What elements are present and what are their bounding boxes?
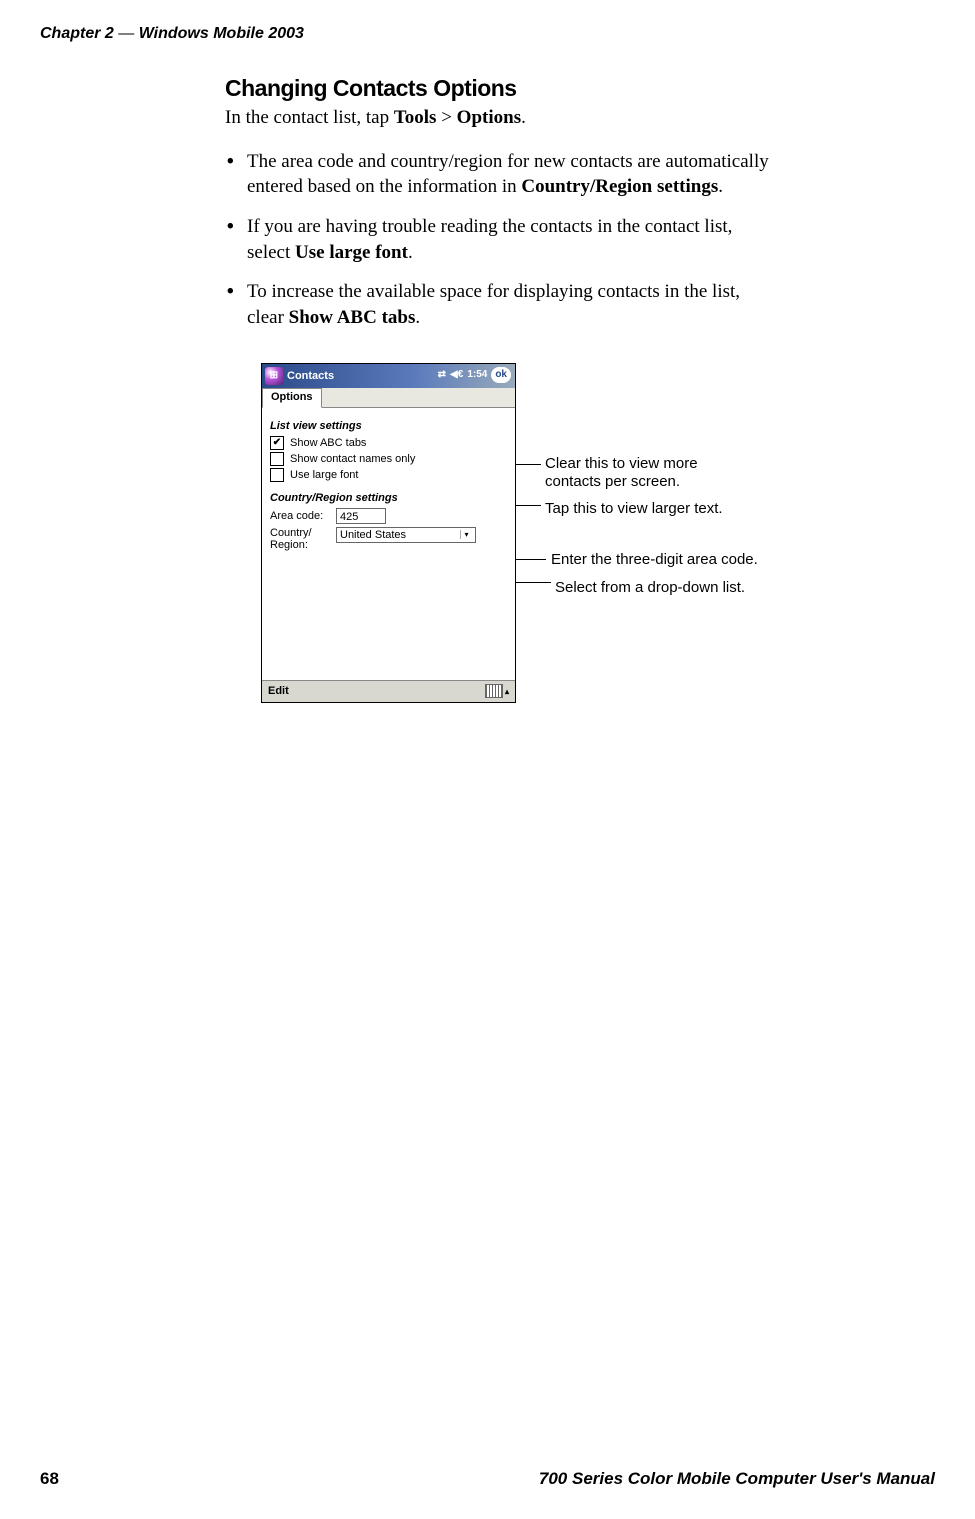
callout-line: Clear this to view more <box>545 455 698 474</box>
checkbox-icon[interactable] <box>270 452 284 466</box>
titlebar: ⊞ Contacts ⇄ ◀€ 1:54 ok <box>262 364 515 388</box>
list-item: To increase the available space for disp… <box>225 279 780 330</box>
device-screenshot: ⊞ Contacts ⇄ ◀€ 1:54 ok Options List vie… <box>261 363 516 703</box>
list-item: If you are having trouble reading the co… <box>225 214 780 265</box>
connectivity-icon[interactable]: ⇄ <box>438 369 446 380</box>
page-header: Chapter 2 — Windows Mobile 2003 <box>40 25 935 43</box>
tab-options[interactable]: Options <box>262 388 322 408</box>
bullet-post: . <box>415 307 420 328</box>
callout-line: contacts per screen. <box>545 473 698 492</box>
intro-tools: Tools <box>394 107 437 128</box>
country-row: Country/ Region: United States ▾ <box>270 527 507 551</box>
bullet-post: . <box>718 176 723 197</box>
checkbox-icon[interactable]: ✔ <box>270 436 284 450</box>
section-title: Changing Contacts Options <box>225 75 780 102</box>
ok-button[interactable]: ok <box>491 367 511 383</box>
bullet-list: The area code and country/region for new… <box>225 149 780 331</box>
volume-icon[interactable]: ◀€ <box>450 369 463 380</box>
dropdown-value: United States <box>340 529 406 541</box>
intro-options: Options <box>457 107 521 128</box>
intro-text: In the contact list, tap <box>225 107 394 128</box>
chevron-down-icon[interactable]: ▾ <box>460 530 472 539</box>
callout-large-font: Tap this to view larger text. <box>545 500 723 519</box>
tabbar: Options <box>262 388 515 408</box>
checkbox-label: Show contact names only <box>290 453 415 465</box>
figure: ⊞ Contacts ⇄ ◀€ 1:54 ok Options List vie… <box>261 363 941 723</box>
area-code-label: Area code: <box>270 510 330 522</box>
checkbox-label: Show ABC tabs <box>290 437 366 449</box>
country-label: Country/ Region: <box>270 527 330 551</box>
group-country-region: Country/Region settings <box>270 492 507 504</box>
intro-gt: > <box>436 107 456 128</box>
checkbox-icon[interactable] <box>270 468 284 482</box>
intro-period: . <box>521 107 526 128</box>
bottombar: Edit ▴ <box>262 680 515 702</box>
checkbox-names-only[interactable]: Show contact names only <box>270 452 507 466</box>
group-list-view: List view settings <box>270 420 507 432</box>
keyboard-icon <box>485 684 503 698</box>
area-code-row: Area code: 425 <box>270 508 507 524</box>
chapter-title: Windows Mobile 2003 <box>139 25 304 42</box>
checkbox-label: Use large font <box>290 469 358 481</box>
checkbox-show-abc[interactable]: ✔ Show ABC tabs <box>270 436 507 450</box>
callout-clear-abc: Clear this to view more contacts per scr… <box>545 455 698 493</box>
list-item: The area code and country/region for new… <box>225 149 780 200</box>
bullet-bold: Show ABC tabs <box>289 307 416 328</box>
sip-button[interactable]: ▴ <box>485 684 509 698</box>
options-panel: List view settings ✔ Show ABC tabs Show … <box>262 408 515 558</box>
bullet-post: . <box>408 242 413 263</box>
header-dash: — <box>118 25 134 42</box>
chevron-up-icon[interactable]: ▴ <box>505 687 509 696</box>
start-icon[interactable]: ⊞ <box>265 367 283 385</box>
edit-menu[interactable]: Edit <box>268 685 289 697</box>
bullet-bold: Use large font <box>295 242 408 263</box>
callout-area-code: Enter the three-digit area code. <box>551 551 758 570</box>
area-code-input[interactable]: 425 <box>336 508 386 524</box>
callout-dropdown: Select from a drop-down list. <box>555 579 745 598</box>
page-number: 68 <box>40 1469 59 1489</box>
main-content: Changing Contacts Options In the contact… <box>225 75 780 723</box>
bullet-bold: Country/Region settings <box>521 176 718 197</box>
chapter-number: Chapter 2 <box>40 25 114 42</box>
clock: 1:54 <box>467 369 487 380</box>
page-footer: 68 700 Series Color Mobile Computer User… <box>40 1469 935 1489</box>
app-title: Contacts <box>287 370 334 382</box>
checkbox-large-font[interactable]: Use large font <box>270 468 507 482</box>
intro-paragraph: In the contact list, tap Tools > Options… <box>225 106 780 131</box>
country-dropdown[interactable]: United States ▾ <box>336 527 476 543</box>
manual-title: 700 Series Color Mobile Computer User's … <box>539 1469 935 1489</box>
